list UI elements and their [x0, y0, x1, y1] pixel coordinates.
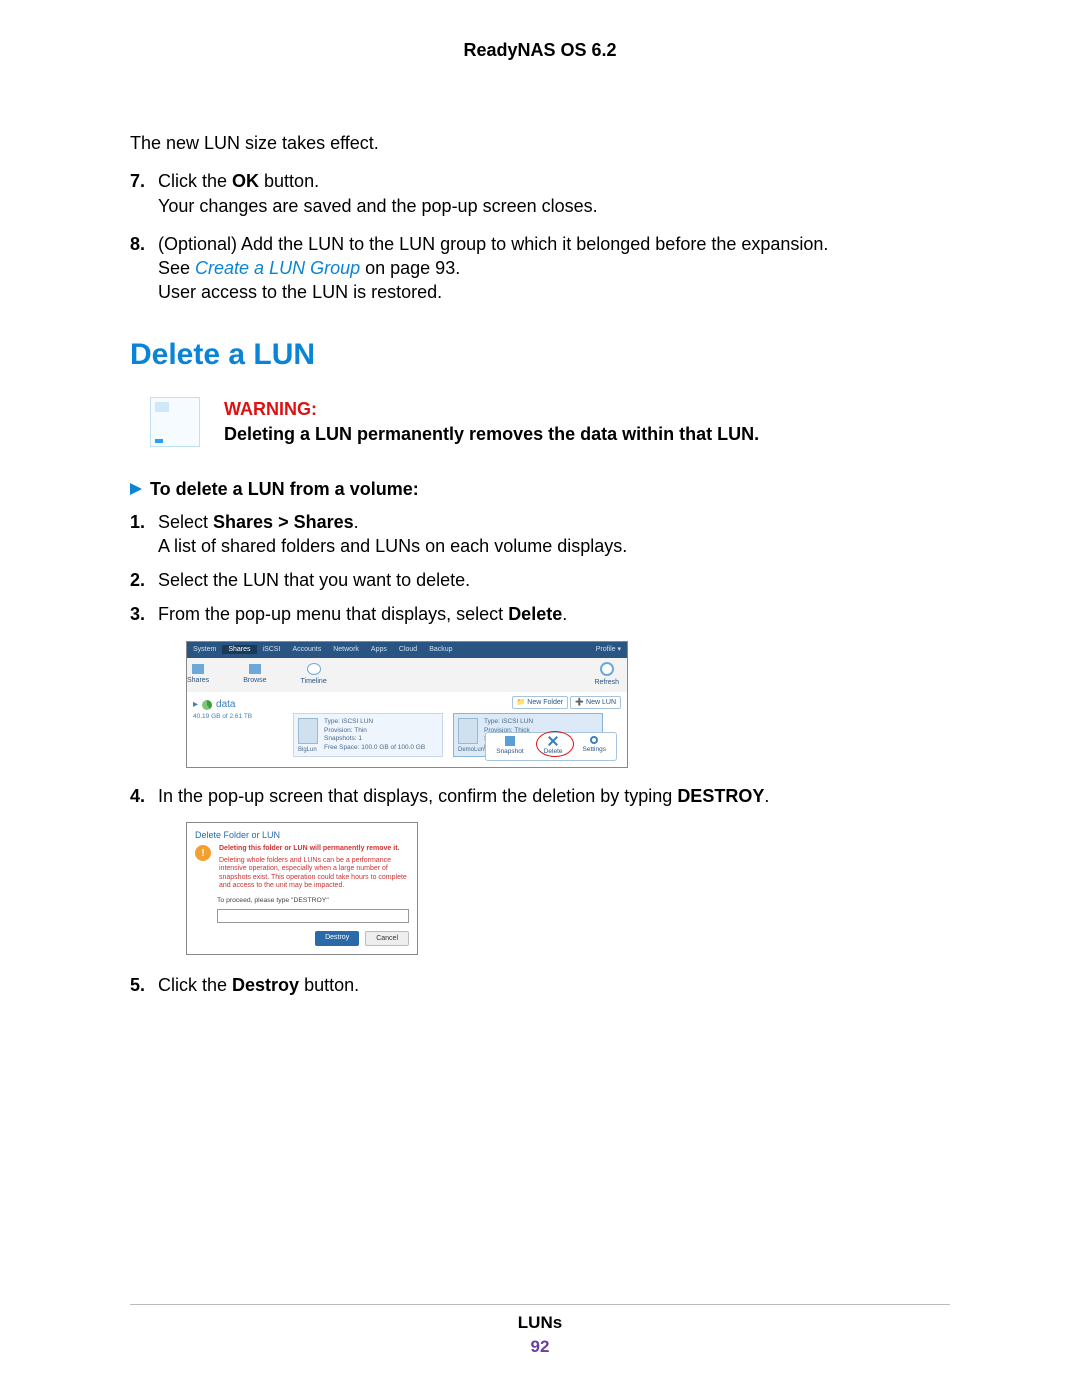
step-text: Select the LUN that you want to delete.	[158, 570, 470, 590]
step-number: 2.	[130, 568, 145, 592]
intro-paragraph: The new LUN size takes effect.	[130, 131, 950, 155]
profile-menu[interactable]: Profile ▾	[590, 645, 627, 654]
dialog-prompt: To proceed, please type "DESTROY"	[187, 896, 417, 908]
procedure-arrow-icon	[130, 483, 142, 495]
footer-rule	[130, 1304, 950, 1305]
destroy-input[interactable]	[217, 909, 409, 923]
step-number: 8.	[130, 232, 145, 256]
step-number: 7.	[130, 169, 145, 193]
pie-icon	[202, 700, 212, 710]
warning-label: WARNING:	[224, 397, 759, 421]
new-folder-button[interactable]: 📁 New Folder	[512, 696, 569, 709]
nav-iscsi[interactable]: iSCSI	[257, 645, 287, 654]
shares-path: Shares > Shares	[213, 512, 354, 532]
browse-icon[interactable]: Browse	[243, 664, 266, 685]
destroy-bold: DESTROY	[677, 786, 764, 806]
nav-network[interactable]: Network	[327, 645, 365, 654]
dialog-warning-headline: Deleting this folder or LUN will permane…	[219, 845, 409, 853]
step-text: (Optional) Add the LUN to the LUN group …	[158, 234, 828, 254]
icon-bar: Shares Browse Timeline Refresh	[187, 658, 627, 692]
new-lun-button[interactable]: ➕ New LUN	[570, 696, 621, 709]
timeline-icon[interactable]: Timeline	[301, 663, 327, 686]
lun-biglun[interactable]: BigLun Type: iSCSI LUN Provision: Thin S…	[293, 713, 443, 757]
shares-icon[interactable]: Shares	[187, 664, 209, 685]
step-text: Your changes are saved and the pop-up sc…	[158, 196, 598, 216]
dialog-warning-body: Deleting whole folders and LUNs can be a…	[219, 857, 409, 891]
volume-data[interactable]: ▸ data	[193, 698, 281, 712]
nav-cloud[interactable]: Cloud	[393, 645, 423, 654]
lun-icon	[458, 718, 478, 744]
nav-apps[interactable]: Apps	[365, 645, 393, 654]
heading-delete-lun: Delete a LUN	[130, 335, 950, 376]
nav-backup[interactable]: Backup	[423, 645, 458, 654]
nav-shares[interactable]: Shares	[222, 645, 256, 654]
popup-settings[interactable]: Settings	[573, 733, 617, 760]
nav-bar: System Shares iSCSI Accounts Network App…	[187, 642, 627, 658]
delete-bold: Delete	[508, 604, 562, 624]
step-text: Click the	[158, 171, 232, 191]
volume-info: 40.19 GB of 2.61 TB	[193, 713, 281, 722]
create-lun-group-link[interactable]: Create a LUN Group	[195, 258, 360, 278]
dialog-title: Delete Folder or LUN	[187, 823, 417, 845]
context-popup: Snapshot Delete Settings	[485, 732, 617, 761]
step-text: User access to the LUN is restored.	[158, 282, 442, 302]
warning-circle-icon: !	[195, 845, 211, 861]
nav-system[interactable]: System	[187, 645, 222, 654]
footer-title: LUNs	[0, 1313, 1080, 1333]
step-number: 5.	[130, 973, 145, 997]
step-number: 3.	[130, 602, 145, 626]
procedure-title: To delete a LUN from a volume:	[150, 477, 419, 501]
step-number: 4.	[130, 784, 145, 808]
warning-thumbnail	[150, 397, 200, 447]
page-header: ReadyNAS OS 6.2	[130, 40, 950, 61]
warning-body: Deleting a LUN permanently removes the d…	[224, 422, 759, 446]
refresh-icon[interactable]: Refresh	[594, 662, 619, 687]
destroy-button-bold: Destroy	[232, 975, 299, 995]
nav-accounts[interactable]: Accounts	[286, 645, 327, 654]
popup-snapshot[interactable]: Snapshot	[486, 733, 533, 760]
popup-delete[interactable]: Delete	[534, 733, 573, 760]
lun-icon	[298, 718, 318, 744]
destroy-button[interactable]: Destroy	[315, 931, 359, 946]
admin-panel-screenshot: System Shares iSCSI Accounts Network App…	[186, 641, 628, 768]
delete-dialog-screenshot: Delete Folder or LUN ! Deleting this fol…	[186, 822, 418, 955]
cancel-button[interactable]: Cancel	[365, 931, 409, 946]
page-number: 92	[0, 1337, 1080, 1357]
step-number: 1.	[130, 510, 145, 534]
step-text: A list of shared folders and LUNs on eac…	[158, 536, 627, 556]
ok-bold: OK	[232, 171, 259, 191]
